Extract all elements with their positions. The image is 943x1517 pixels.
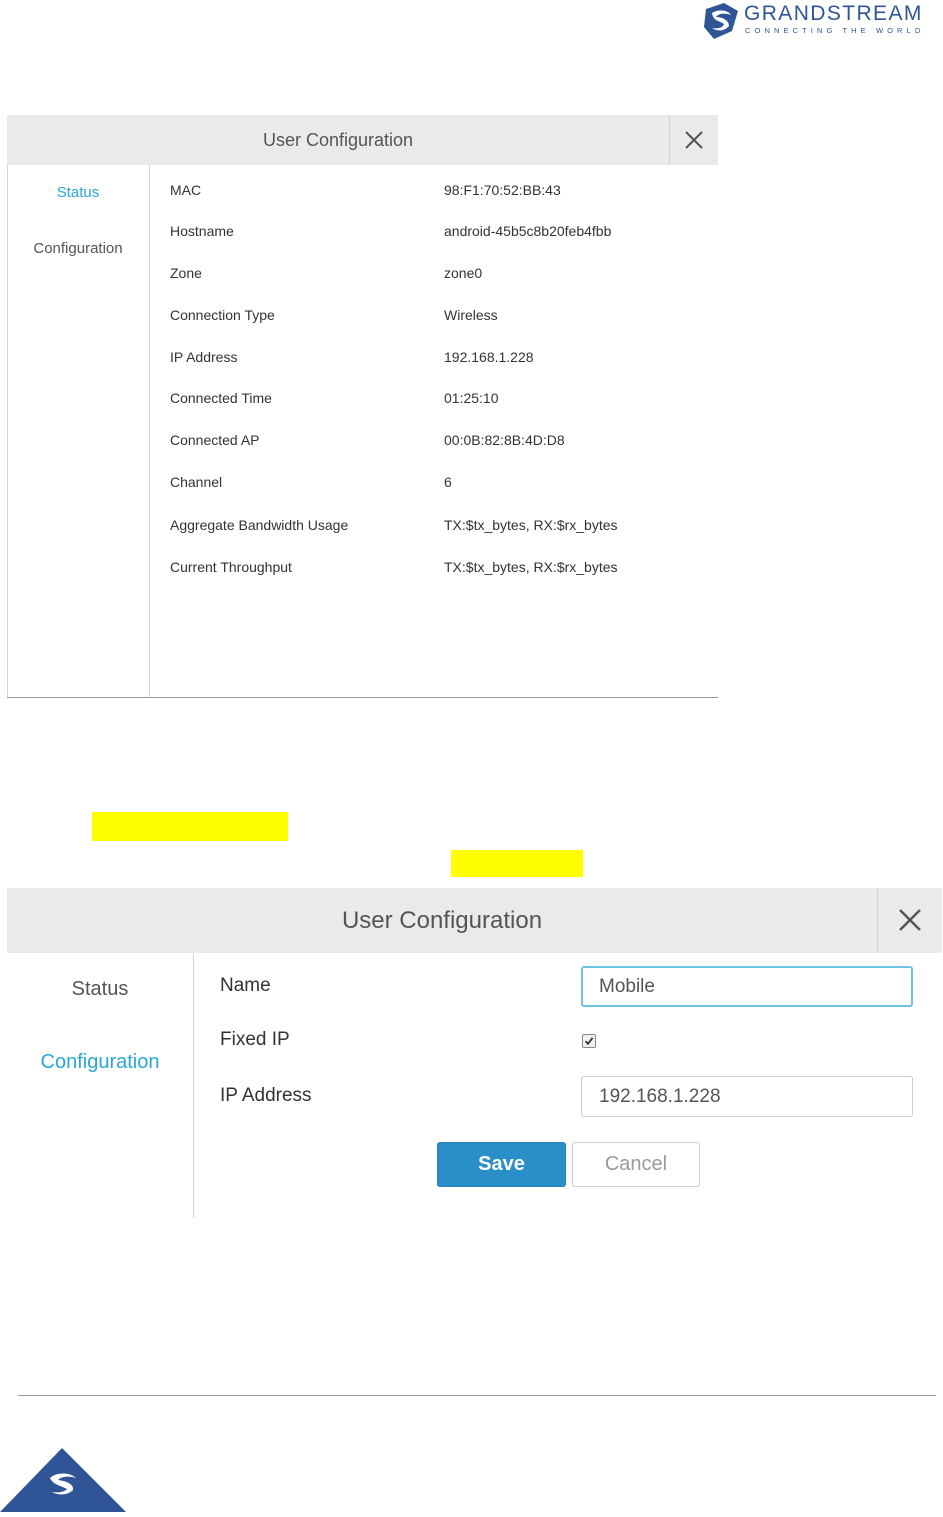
ip-address-label: IP Address	[220, 1085, 312, 1106]
footer-logo	[0, 1448, 130, 1512]
aggregate-bandwidth-label: Aggregate Bandwidth Usage	[170, 517, 349, 533]
footer-divider	[18, 1395, 936, 1396]
sidebar-divider	[193, 953, 194, 1218]
hostname-value: android-45b5c8b20feb4fbb	[444, 223, 612, 239]
channel-label: Channel	[170, 474, 223, 490]
checkmark-icon	[584, 1037, 594, 1046]
mac-value: 98:F1:70:52:BB:43	[444, 182, 561, 198]
sidebar-divider	[149, 165, 150, 698]
connected-time-label: Connected Time	[170, 390, 272, 406]
close-button[interactable]	[878, 888, 942, 953]
sidebar-item-configuration[interactable]: Configuration	[7, 1051, 193, 1074]
highlight-mark	[92, 812, 288, 841]
footer-logo-icon	[0, 1448, 126, 1512]
fixed-ip-label: Fixed IP	[220, 1029, 290, 1050]
connection-type-value: Wireless	[444, 307, 498, 323]
dialog-bottom-border	[7, 697, 718, 698]
status-dialog: User Configuration Status Configuration …	[7, 115, 718, 698]
sidebar-item-status[interactable]: Status	[7, 184, 149, 201]
logo-icon	[704, 3, 738, 39]
zone-value: zone0	[444, 265, 483, 281]
ip-address-label: IP Address	[170, 349, 238, 365]
name-input[interactable]	[581, 966, 913, 1007]
highlight-mark	[451, 850, 583, 877]
dialog-header: User Configuration	[7, 888, 942, 953]
current-throughput-value: TX:$tx_bytes, RX:$rx_bytes	[444, 559, 618, 575]
close-icon	[899, 909, 921, 931]
cancel-button[interactable]: Cancel	[572, 1142, 700, 1187]
configuration-dialog: User Configuration Status Configuration …	[7, 888, 942, 1218]
save-button[interactable]: Save	[437, 1142, 566, 1187]
aggregate-bandwidth-value: TX:$tx_bytes, RX:$rx_bytes	[444, 517, 618, 533]
zone-label: Zone	[170, 265, 202, 281]
ip-address-value: 192.168.1.228	[444, 349, 534, 365]
close-button[interactable]	[670, 115, 718, 165]
connected-ap-value: 00:0B:82:8B:4D:D8	[444, 432, 565, 448]
fixed-ip-checkbox[interactable]	[582, 1034, 596, 1048]
hostname-label: Hostname	[170, 223, 234, 239]
mac-label: MAC	[170, 182, 202, 198]
brand-logo: GRANDSTREAM CONNECTING THE WORLD	[700, 0, 943, 40]
dialog-header: User Configuration	[7, 115, 718, 165]
dialog-title: User Configuration	[341, 907, 543, 934]
name-label: Name	[220, 975, 271, 996]
close-icon	[685, 131, 703, 149]
ip-address-input[interactable]	[581, 1076, 913, 1117]
channel-value: 6	[444, 474, 452, 490]
dialog-title: User Configuration	[262, 130, 414, 150]
connected-time-value: 01:25:10	[444, 390, 499, 406]
sidebar-item-configuration[interactable]: Configuration	[7, 240, 149, 257]
connection-type-label: Connection Type	[170, 307, 275, 323]
current-throughput-label: Current Throughput	[170, 559, 292, 575]
brand-name: GRANDSTREAM	[744, 2, 923, 25]
brand-tagline: CONNECTING THE WORLD	[745, 26, 925, 35]
connected-ap-label: Connected AP	[170, 432, 260, 448]
sidebar-item-status[interactable]: Status	[7, 978, 193, 1001]
